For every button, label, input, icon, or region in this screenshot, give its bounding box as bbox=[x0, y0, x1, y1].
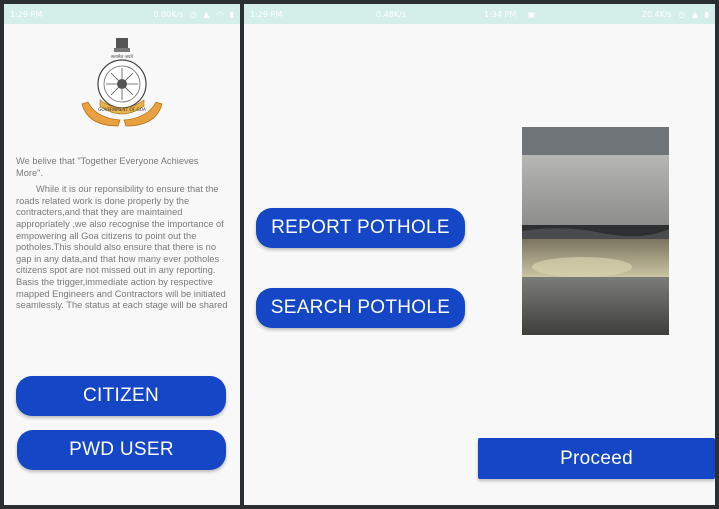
logo-ring-text: GOVERNMENT OF GOA bbox=[98, 107, 146, 112]
status-bar: 1:29 PM 0.00K/s ◷ ▲ ◠ ▮ bbox=[4, 4, 240, 24]
about-text: We belive that "Together Everyone Achiev… bbox=[16, 156, 228, 312]
battery-icon: ▮ bbox=[229, 10, 234, 19]
status-indicators: 20.4K/s ◷ ▲ ▮ bbox=[642, 10, 709, 19]
signal-icon: ▲ bbox=[203, 10, 210, 19]
search-pothole-button[interactable]: SEARCH POTHOLE bbox=[256, 288, 465, 328]
pothole-screens: 1:29 PM 0.48K/s 1:34 PM ▣ 20.4K/s ◷ ▲ ▮ … bbox=[244, 4, 715, 505]
network-speed: 0.48K/s bbox=[376, 10, 406, 19]
report-pothole-button[interactable]: REPORT POTHOLE bbox=[256, 208, 465, 248]
status-time: 1:29 PM bbox=[250, 10, 283, 19]
citizen-button[interactable]: CITIZEN bbox=[16, 376, 226, 416]
signal-icon: ▲ bbox=[691, 10, 699, 19]
alarm-icon: ◷ bbox=[189, 10, 197, 19]
network-speed-2: 20.4K/s bbox=[641, 10, 672, 19]
login-screen: 1:29 PM 0.00K/s ◷ ▲ ◠ ▮ सत्यमेव जयते GOV… bbox=[4, 4, 240, 505]
goa-government-logo: सत्यमेव जयते GOVERNMENT OF GOA bbox=[81, 38, 163, 127]
logo-motto: सत्यमेव जयते bbox=[111, 53, 134, 60]
wifi-icon: ◠ bbox=[216, 10, 224, 19]
about-body: While it is our reponsibility to ensure … bbox=[16, 184, 228, 311]
battery-icon: ▮ bbox=[704, 10, 709, 19]
status-time-2: 1:34 PM bbox=[484, 10, 517, 19]
status-indicators: 0.00K/s ◷ ▲ ◠ ▮ bbox=[153, 10, 234, 19]
status-bar: 1:29 PM 0.48K/s 1:34 PM ▣ 20.4K/s ◷ ▲ ▮ bbox=[244, 4, 715, 24]
proceed-button[interactable]: Proceed bbox=[478, 438, 715, 479]
status-time: 1:29 PM bbox=[10, 10, 43, 19]
pwd-user-button[interactable]: PWD USER bbox=[17, 430, 226, 470]
gallery-icon: ▣ bbox=[528, 10, 536, 19]
alarm-icon: ◷ bbox=[678, 10, 686, 19]
network-speed: 0.00K/s bbox=[153, 10, 184, 19]
pothole-photo bbox=[522, 127, 669, 335]
about-intro: We belive that "Together Everyone Achiev… bbox=[16, 156, 199, 178]
